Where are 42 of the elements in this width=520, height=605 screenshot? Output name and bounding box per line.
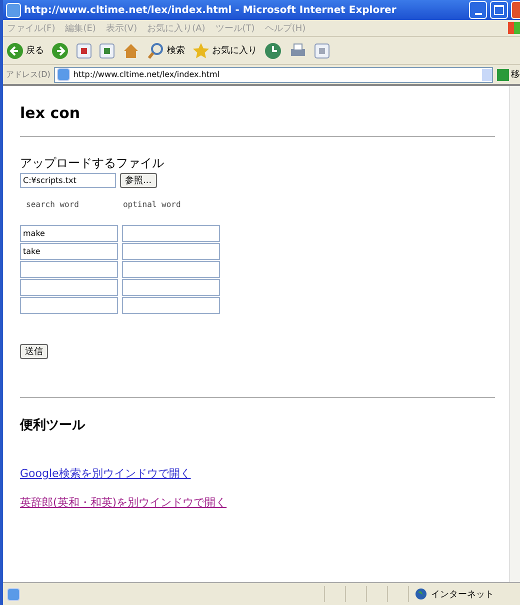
page-heading: lex con: [20, 104, 80, 122]
input-field[interactable]: [122, 297, 220, 314]
toolbar-button[interactable]: [122, 42, 140, 60]
search-icon: [147, 42, 165, 60]
history-icon: [264, 42, 282, 60]
home-icon: [122, 42, 140, 60]
toolbar-button[interactable]: お気に入り: [192, 42, 257, 60]
input-field[interactable]: [122, 279, 220, 296]
input-field[interactable]: take: [20, 243, 118, 260]
submit-button[interactable]: 送信: [20, 344, 48, 359]
browse-button[interactable]: 参照...: [120, 173, 157, 188]
file-path-field[interactable]: C:¥scripts.txt: [20, 173, 116, 188]
column-header: optinal word: [122, 200, 181, 209]
page-icon: [7, 588, 20, 600]
input-field[interactable]: [122, 243, 220, 260]
toolbar-button[interactable]: [264, 42, 282, 60]
close-button[interactable]: [511, 1, 520, 19]
toolbar-button[interactable]: [51, 42, 69, 60]
zone-label: インターネット: [431, 588, 494, 600]
maximize-button[interactable]: [490, 1, 508, 19]
minimize-button[interactable]: [469, 1, 487, 19]
globe-icon: [415, 588, 427, 600]
column-header: search word: [26, 200, 79, 209]
address-field[interactable]: http://www.cltime.net/lex/index.html: [54, 66, 493, 82]
toolbar-button[interactable]: 検索: [147, 42, 185, 60]
window-title: http://www.cltime.net/lex/index.html - Microsoft Internet Explorer: [24, 4, 398, 16]
input-field[interactable]: [20, 297, 118, 314]
link[interactable]: 英辞郎(英和・和英)を別ウインドウで開く: [20, 495, 227, 510]
input-field[interactable]: [122, 261, 220, 278]
scrollbar[interactable]: [509, 86, 520, 582]
section-heading: 便利ツール: [20, 417, 85, 434]
input-field[interactable]: make: [20, 225, 118, 242]
input-field[interactable]: [122, 225, 220, 242]
address-label: アドレス(D): [6, 69, 50, 80]
link[interactable]: Google検索を別ウインドウで開く: [20, 466, 191, 481]
input-field[interactable]: [20, 261, 118, 278]
toolbar-button[interactable]: 戻る: [6, 42, 44, 60]
page-icon: [6, 2, 21, 18]
star-icon: [192, 42, 210, 60]
upload-label: アップロードするファイル: [20, 155, 164, 172]
go-button[interactable]: 移: [497, 68, 520, 81]
input-field[interactable]: [20, 279, 118, 296]
